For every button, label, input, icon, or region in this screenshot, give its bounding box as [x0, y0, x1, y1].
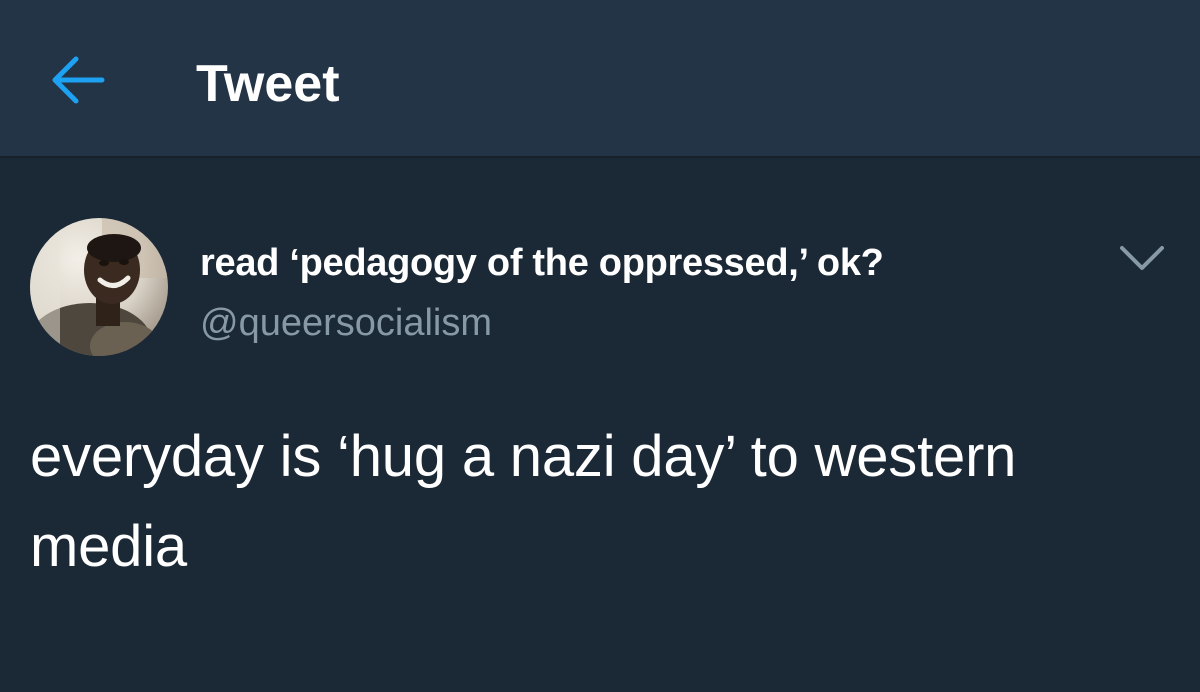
tweet-detail-screen: Tweet read ‘pedagogy of the oppressed,’ … — [0, 0, 1200, 692]
arrow-left-icon — [52, 56, 105, 104]
top-bar: Tweet — [0, 0, 1200, 158]
page-title: Tweet — [196, 55, 340, 113]
back-button[interactable] — [46, 52, 108, 108]
avatar[interactable] — [30, 218, 168, 356]
author-handle[interactable]: @queersocialism — [200, 300, 492, 346]
tweet-body-text: everyday is ‘hug a nazi day’ to western … — [30, 424, 1017, 579]
avatar-image — [30, 218, 168, 356]
chevron-down-icon — [1120, 246, 1164, 270]
tweet-menu-button[interactable] — [1114, 238, 1170, 278]
author-display-name[interactable]: read ‘pedagogy of the oppressed,’ ok? — [200, 240, 884, 286]
tweet-card: read ‘pedagogy of the oppressed,’ ok? @q… — [0, 160, 1200, 692]
